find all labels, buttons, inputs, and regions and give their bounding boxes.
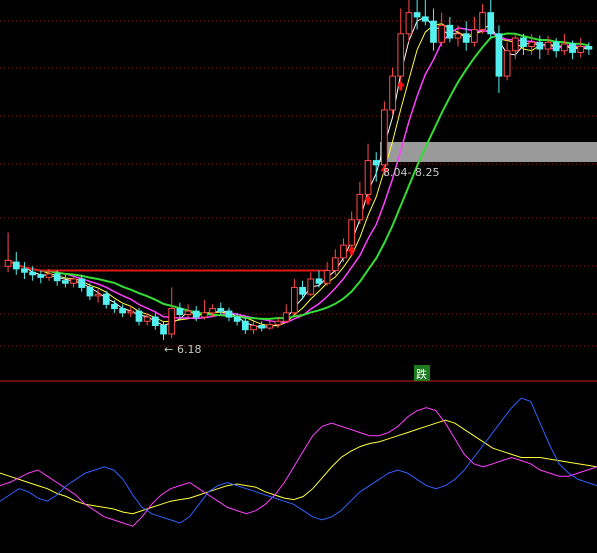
candle-body [86,286,94,297]
candle-body [340,244,347,259]
candle-body [143,316,151,322]
candle-body [61,280,69,284]
candle-body [528,41,536,48]
signal-label: 跌 [416,367,427,381]
low-price-label: ← [164,343,173,356]
candle-body [160,325,167,335]
candle-body [168,308,176,335]
candle-body [111,303,118,310]
candle-body [569,43,576,53]
candle-body [201,312,208,318]
candle-body [291,286,298,314]
candle-body [209,308,216,314]
candle-body [397,33,405,77]
candle-body [135,310,143,322]
candle-body [323,270,331,284]
candle-body [70,278,77,284]
candle-body [585,46,593,50]
candle-body [53,273,61,282]
candle-body [315,278,323,284]
candle [381,101,388,170]
candle-body [471,29,478,43]
candle-body [348,219,356,246]
candle-body [307,278,315,295]
candle-body [372,160,380,166]
candle-body [217,308,225,312]
candle-body [544,41,552,50]
candle-body [446,24,454,39]
candle-body [176,308,184,316]
candle-body [225,310,233,318]
candle-body [45,273,53,278]
candle-body [487,12,495,35]
candle-body [438,24,446,43]
candle-body [241,320,249,331]
candle-body [78,278,86,288]
candle-body [577,46,585,53]
candle-body [462,33,470,43]
candle-body [364,160,372,195]
candle-body [331,257,339,272]
candle-body [536,41,544,50]
candle-body [151,316,159,326]
candle-body [4,259,12,267]
candle-body [389,75,396,111]
candle-body [127,310,135,314]
candle-body [405,12,413,35]
candle-body [282,312,290,322]
candle-body [274,320,282,326]
price-range-highlight [380,142,597,162]
candle-body [29,271,36,276]
candle-body [250,325,257,331]
candle-body [94,293,102,297]
candle-body [102,293,110,305]
candle-body [12,261,20,270]
candle-body [430,20,437,43]
price-range-label: 8.04- 8.25 [383,166,439,179]
candle-body [119,308,126,314]
candle-body [266,324,274,329]
candle-body [552,41,560,52]
candle-body [356,193,364,221]
candle-body [511,37,519,52]
stock-chart-canvas: ← 6.18 8.04- 8.25 跌 [0,0,597,553]
candle-body [503,50,511,77]
candle-body [381,109,388,166]
candle-body [37,274,45,278]
candle-body [479,12,486,31]
candle-body [495,33,503,77]
candle-body [454,33,462,39]
candle-body [299,286,306,295]
candle-body [184,310,192,316]
candle-body [258,325,266,329]
candle-body [520,37,527,48]
candle-body [421,16,429,22]
candle-body [21,268,28,273]
candle-body [192,310,200,318]
candle-body [413,12,421,18]
low-price-value: 6.18 [177,343,202,356]
candle-body [561,43,568,52]
candle-body [233,316,241,322]
